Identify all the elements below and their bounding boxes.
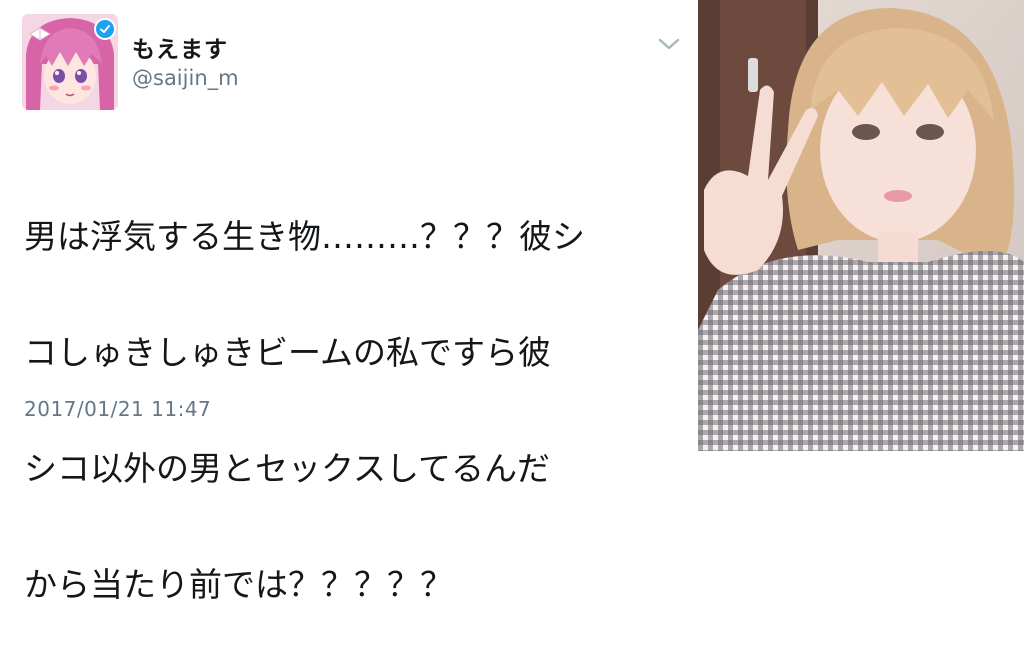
display-name[interactable]: もえます bbox=[132, 30, 228, 64]
verified-check-icon bbox=[94, 18, 116, 40]
tweet-text-line: から当たり前では？？？？？ bbox=[24, 565, 453, 604]
attached-photo[interactable] bbox=[698, 0, 1024, 451]
timestamp[interactable]: 2017/01/21 11:47 bbox=[24, 397, 211, 421]
user-handle[interactable]: @saijin_m bbox=[132, 66, 239, 90]
tweet-text-line: シコ以外の男とセックスしてるんだ bbox=[24, 449, 551, 488]
tweet-card: もえます @saijin_m 男は浮気する生き物………？？？彼シ コしゅきしゅき… bbox=[0, 0, 698, 604]
tweet-text-line: コしゅきしゅきビームの私ですら彼 bbox=[24, 333, 552, 372]
chevron-down-icon[interactable] bbox=[657, 36, 681, 52]
tweet-text-line: 男は浮気する生き物………？？？彼シ bbox=[24, 217, 585, 256]
